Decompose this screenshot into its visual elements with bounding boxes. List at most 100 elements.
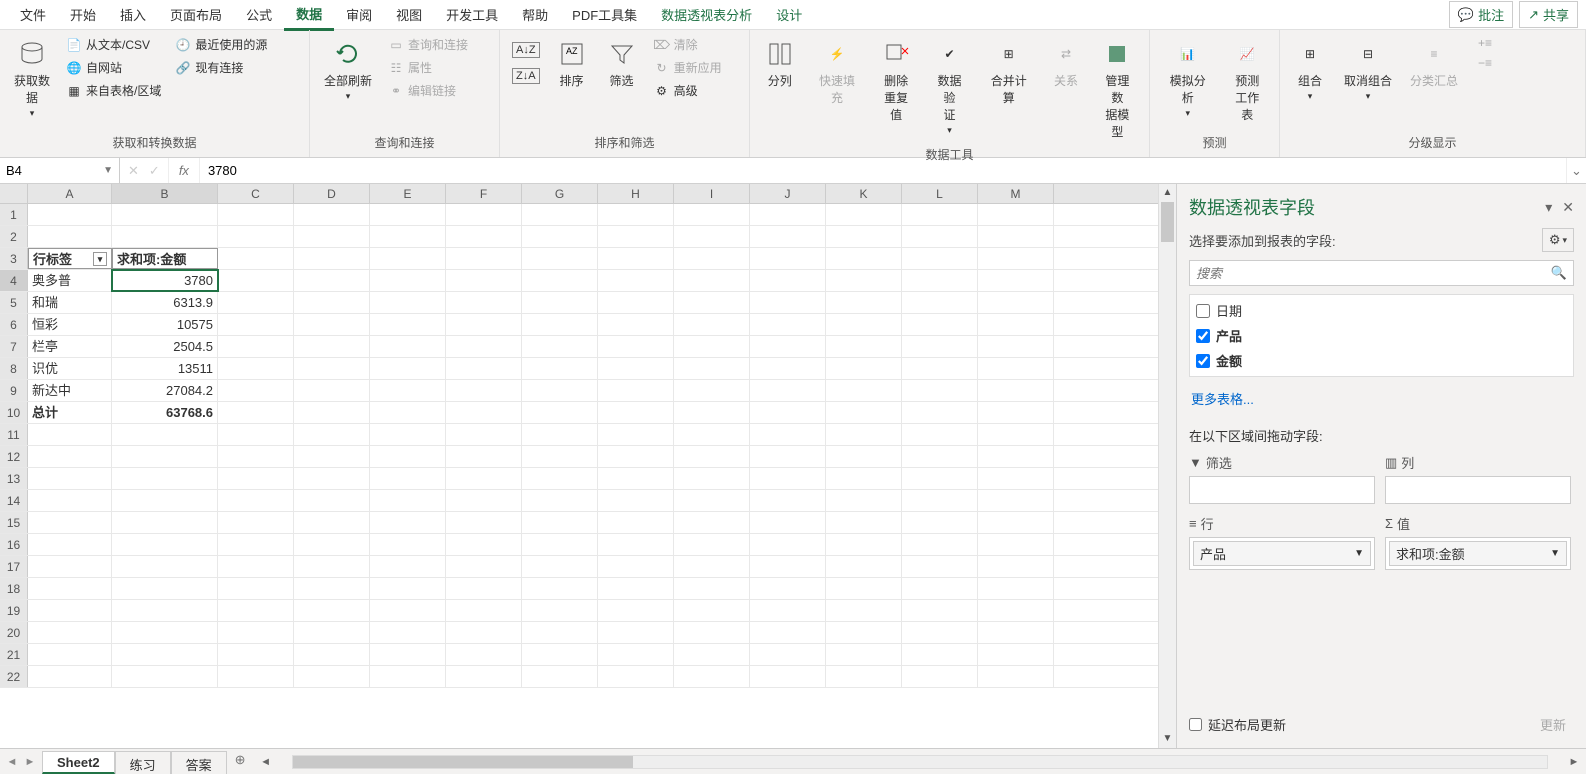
cell[interactable] bbox=[826, 644, 902, 665]
cell[interactable] bbox=[112, 622, 218, 643]
row-header[interactable]: 6 bbox=[0, 314, 28, 335]
menu-view[interactable]: 视图 bbox=[384, 0, 434, 29]
cell[interactable] bbox=[902, 314, 978, 335]
filter-button[interactable]: 筛选 bbox=[600, 34, 644, 93]
pane-settings-button[interactable]: ⚙▾ bbox=[1542, 228, 1574, 252]
cell[interactable] bbox=[218, 556, 294, 577]
cell[interactable] bbox=[902, 270, 978, 291]
cell[interactable] bbox=[674, 578, 750, 599]
cell[interactable] bbox=[218, 204, 294, 225]
cell[interactable] bbox=[522, 600, 598, 621]
group-button[interactable]: ⊞组合▾ bbox=[1288, 34, 1332, 106]
field-product[interactable]: 产品 bbox=[1196, 326, 1567, 345]
hscroll-right-icon[interactable]: ► bbox=[1566, 756, 1582, 768]
cell[interactable] bbox=[28, 644, 112, 665]
cell[interactable] bbox=[598, 534, 674, 555]
tab-nav-prev-icon[interactable]: ► bbox=[22, 756, 38, 768]
cell[interactable] bbox=[28, 534, 112, 555]
cell[interactable] bbox=[446, 556, 522, 577]
tab-nav-first-icon[interactable]: ◄ bbox=[4, 756, 20, 768]
cell[interactable] bbox=[902, 204, 978, 225]
cell[interactable] bbox=[522, 666, 598, 687]
cell[interactable] bbox=[902, 578, 978, 599]
sort-button[interactable]: AZ 排序 bbox=[550, 34, 594, 93]
cell[interactable] bbox=[826, 578, 902, 599]
cell[interactable] bbox=[978, 556, 1054, 577]
col-header-A[interactable]: A bbox=[28, 184, 112, 203]
cell[interactable] bbox=[598, 512, 674, 533]
cell[interactable] bbox=[826, 402, 902, 423]
cell[interactable] bbox=[28, 578, 112, 599]
filter-drop-area[interactable]: ▼筛选 bbox=[1189, 453, 1375, 504]
cell[interactable] bbox=[598, 380, 674, 401]
cell[interactable] bbox=[446, 424, 522, 445]
cell[interactable] bbox=[112, 490, 218, 511]
cell[interactable] bbox=[218, 666, 294, 687]
cell[interactable] bbox=[218, 600, 294, 621]
cell[interactable] bbox=[598, 556, 674, 577]
cell[interactable] bbox=[218, 314, 294, 335]
cell[interactable] bbox=[978, 314, 1054, 335]
cell[interactable]: 识优 bbox=[28, 358, 112, 379]
cell[interactable] bbox=[902, 644, 978, 665]
cell[interactable] bbox=[826, 424, 902, 445]
col-header-J[interactable]: J bbox=[750, 184, 826, 203]
cell[interactable] bbox=[522, 358, 598, 379]
cell[interactable] bbox=[750, 270, 826, 291]
cell[interactable] bbox=[978, 578, 1054, 599]
cell[interactable] bbox=[978, 644, 1054, 665]
cell[interactable]: 行标签▾ bbox=[28, 248, 112, 269]
cell[interactable] bbox=[294, 204, 370, 225]
hscroll-thumb[interactable] bbox=[293, 756, 633, 768]
cell[interactable] bbox=[674, 468, 750, 489]
cell[interactable] bbox=[978, 226, 1054, 247]
cell[interactable] bbox=[598, 248, 674, 269]
fx-label[interactable]: fx bbox=[169, 158, 200, 183]
cell[interactable] bbox=[218, 292, 294, 313]
col-header-C[interactable]: C bbox=[218, 184, 294, 203]
cell[interactable] bbox=[750, 358, 826, 379]
cell[interactable] bbox=[294, 248, 370, 269]
grid-row[interactable]: 9新达中27084.2 bbox=[0, 380, 1158, 402]
row-header[interactable]: 21 bbox=[0, 644, 28, 665]
cell[interactable] bbox=[978, 402, 1054, 423]
cell[interactable] bbox=[28, 622, 112, 643]
cell[interactable] bbox=[446, 490, 522, 511]
cell[interactable] bbox=[112, 578, 218, 599]
cell[interactable] bbox=[218, 622, 294, 643]
cell[interactable] bbox=[826, 512, 902, 533]
field-amount-checkbox[interactable] bbox=[1196, 354, 1210, 368]
cell[interactable] bbox=[370, 534, 446, 555]
row-header[interactable]: 4 bbox=[0, 270, 28, 291]
menu-review[interactable]: 审阅 bbox=[334, 0, 384, 29]
cell[interactable] bbox=[294, 600, 370, 621]
expand-formula-icon[interactable]: ⌄ bbox=[1566, 158, 1586, 183]
cell[interactable] bbox=[446, 380, 522, 401]
cell[interactable] bbox=[294, 402, 370, 423]
ungroup-button[interactable]: ⊟取消组合▾ bbox=[1338, 34, 1398, 106]
cell[interactable] bbox=[294, 358, 370, 379]
recent-sources-button[interactable]: 🕘最近使用的源 bbox=[171, 34, 271, 55]
cell[interactable] bbox=[750, 468, 826, 489]
cell[interactable] bbox=[446, 600, 522, 621]
cell[interactable] bbox=[674, 226, 750, 247]
cell[interactable] bbox=[902, 600, 978, 621]
cell[interactable] bbox=[28, 446, 112, 467]
cell[interactable] bbox=[112, 226, 218, 247]
cell[interactable] bbox=[218, 270, 294, 291]
col-header-G[interactable]: G bbox=[522, 184, 598, 203]
cell[interactable] bbox=[750, 512, 826, 533]
cell[interactable] bbox=[370, 204, 446, 225]
vertical-scrollbar[interactable]: ▲ ▼ bbox=[1158, 184, 1176, 748]
cell[interactable] bbox=[674, 512, 750, 533]
grid-row[interactable]: 20 bbox=[0, 622, 1158, 644]
chevron-down-icon[interactable]: ▼ bbox=[1354, 548, 1364, 559]
row-header[interactable]: 16 bbox=[0, 534, 28, 555]
row-header[interactable]: 7 bbox=[0, 336, 28, 357]
cell[interactable] bbox=[826, 358, 902, 379]
cell[interactable] bbox=[902, 336, 978, 357]
cell[interactable] bbox=[826, 468, 902, 489]
col-header-M[interactable]: M bbox=[978, 184, 1054, 203]
cell[interactable] bbox=[674, 424, 750, 445]
data-model-button[interactable]: 管理数 据模型 bbox=[1094, 34, 1141, 144]
